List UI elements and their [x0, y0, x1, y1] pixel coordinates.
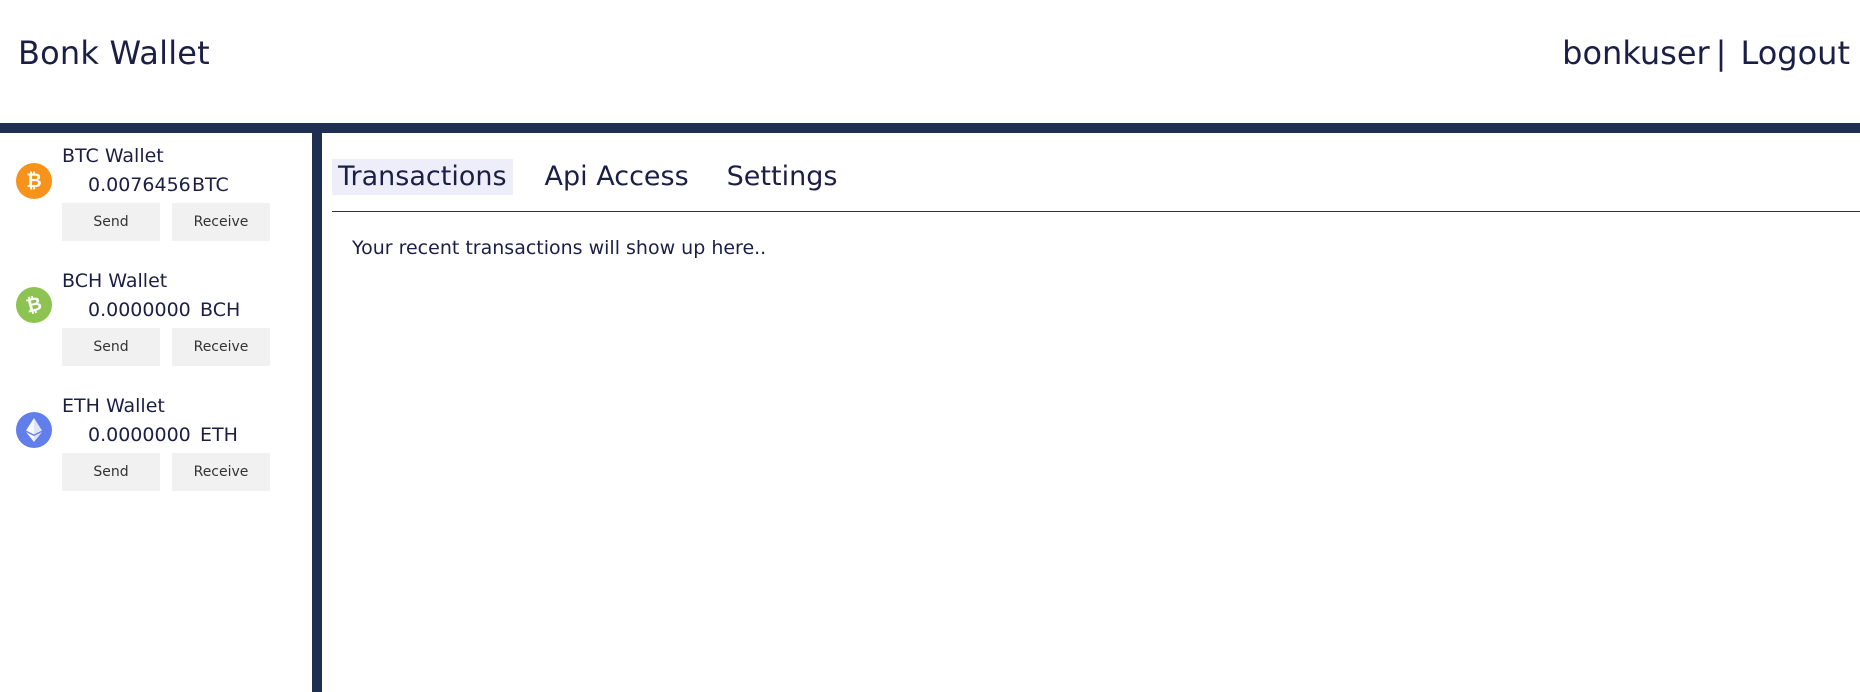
wallet-card-btc: ₿ BTC Wallet 0.0076456 BTC Send Receive — [0, 133, 312, 253]
wallet-balance: 0.0076456 — [88, 174, 191, 196]
transactions-empty-message: Your recent transactions will show up he… — [352, 237, 767, 259]
bitcoin-icon: ₿ — [16, 163, 52, 199]
wallet-unit: ETH — [200, 424, 238, 446]
header-divider-bar — [0, 123, 1860, 133]
wallet-name: ETH Wallet — [62, 395, 165, 417]
btc-send-button[interactable]: Send — [62, 203, 160, 241]
wallet-card-bch: ₿ BCH Wallet 0.0000000 BCH Send Receive — [0, 258, 312, 378]
wallet-sidebar: ₿ BTC Wallet 0.0076456 BTC Send Receive … — [0, 133, 312, 692]
user-separator: | — [1715, 34, 1727, 72]
wallet-balance: 0.0000000 — [88, 299, 191, 321]
btc-receive-button[interactable]: Receive — [172, 203, 270, 241]
ethereum-icon — [16, 412, 52, 448]
wallet-unit: BCH — [200, 299, 241, 321]
app-title: Bonk Wallet — [18, 34, 210, 72]
tab-underline — [332, 211, 1860, 212]
wallet-name: BCH Wallet — [62, 270, 168, 292]
tab-transactions[interactable]: Transactions — [332, 159, 513, 195]
sidebar-divider — [312, 133, 322, 692]
bch-send-button[interactable]: Send — [62, 328, 160, 366]
bitcoin-cash-icon: ₿ — [16, 287, 52, 323]
eth-receive-button[interactable]: Receive — [172, 453, 270, 491]
wallet-balance: 0.0000000 — [88, 424, 191, 446]
wallet-name: BTC Wallet — [62, 145, 164, 167]
tab-bar: Transactions Api Access Settings — [332, 159, 869, 195]
wallet-unit: BTC — [192, 174, 229, 196]
bch-receive-button[interactable]: Receive — [172, 328, 270, 366]
logout-link[interactable]: Logout — [1740, 34, 1850, 72]
tab-api-access[interactable]: Api Access — [539, 159, 695, 195]
svg-text:₿: ₿ — [24, 294, 44, 316]
tab-settings[interactable]: Settings — [721, 159, 844, 195]
wallet-card-eth: ETH Wallet 0.0000000 ETH Send Receive — [0, 383, 312, 503]
svg-text:₿: ₿ — [26, 170, 41, 192]
main-panel: Transactions Api Access Settings Your re… — [322, 133, 1860, 692]
username-label: bonkuser — [1562, 34, 1710, 72]
app-header: Bonk Wallet bonkuser | Logout — [0, 0, 1860, 123]
user-area: bonkuser | Logout — [1562, 34, 1850, 72]
eth-send-button[interactable]: Send — [62, 453, 160, 491]
